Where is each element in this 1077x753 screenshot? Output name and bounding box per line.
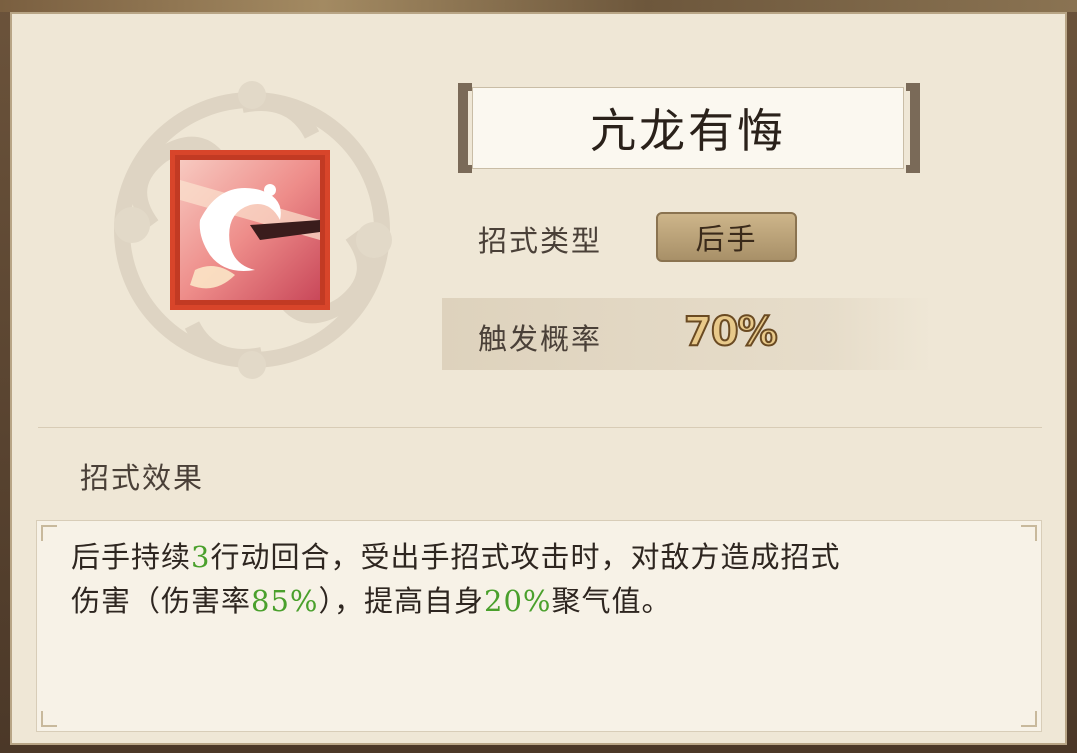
effect-text-segment: 聚气值。: [551, 584, 672, 618]
effect-damage-rate-value: 85%: [251, 584, 319, 618]
corner-ornament: [1021, 711, 1037, 727]
effect-turns-value: 3: [191, 540, 211, 574]
skill-title-box: 亢龙有悔: [458, 83, 920, 175]
title-bracket-left: [458, 83, 472, 173]
section-divider: [38, 427, 1042, 428]
top-strip: [0, 0, 1077, 12]
skill-name: 亢龙有悔: [472, 87, 904, 169]
white-dragon-icon: [180, 160, 320, 300]
effect-text-segment: 后手持续: [71, 540, 192, 574]
effect-text-segment: ），提高自身: [318, 584, 484, 618]
corner-ornament: [41, 525, 57, 541]
effect-description-box: 后手持续3行动回合，受出手招式攻击时，对敌方造成招式 伤害（伤害率85%），提高…: [36, 520, 1042, 732]
effect-description: 后手持续3行动回合，受出手招式攻击时，对敌方造成招式 伤害（伤害率85%），提高…: [71, 535, 1011, 623]
trigger-chance-value: 70%: [683, 308, 779, 356]
effect-title: 招式效果: [80, 461, 205, 495]
effect-text-segment: 行动回合，受出手招式攻击时，对敌方造成招式: [210, 540, 841, 574]
skill-type-badge: 后手: [656, 212, 797, 262]
skill-icon[interactable]: [170, 150, 330, 310]
skill-type-label: 招式类型: [478, 224, 603, 258]
title-bracket-right: [906, 83, 920, 173]
effect-text-segment: 伤害（伤害率: [71, 584, 252, 618]
corner-ornament: [41, 711, 57, 727]
corner-ornament: [1021, 525, 1037, 541]
effect-energy-value: 20%: [484, 584, 552, 618]
trigger-chance-label: 触发概率: [478, 322, 603, 356]
